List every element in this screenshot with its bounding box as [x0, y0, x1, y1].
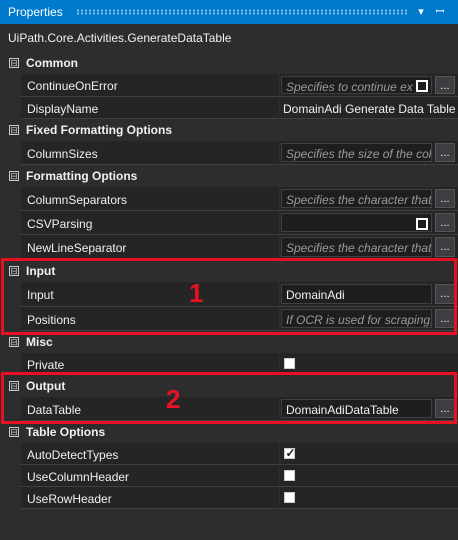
property-label: Private	[27, 358, 65, 372]
annotation-box-1	[1, 258, 457, 335]
property-label: CSVParsing	[27, 217, 93, 231]
property-row-continueonerror: ContinueOnError Specifies to continue ex…	[0, 74, 458, 97]
continueonerror-input[interactable]: Specifies to continue ex	[281, 76, 432, 94]
columnseparators-input[interactable]: Specifies the character that	[281, 189, 432, 208]
property-label: DisplayName	[27, 102, 99, 116]
property-label: NewLineSeparator	[27, 241, 127, 255]
activity-name: UiPath.Core.Activities.GenerateDataTable	[8, 31, 232, 45]
newlineseparator-input[interactable]: Specifies the character that	[281, 237, 432, 257]
category-common[interactable]: ⊟ Common	[0, 52, 458, 74]
collapse-icon[interactable]: ⊟	[9, 171, 19, 181]
category-table-options[interactable]: ⊟ Table Options	[0, 421, 458, 443]
category-label: Misc	[26, 335, 53, 349]
collapse-icon[interactable]: ⊟	[9, 58, 19, 68]
property-row-autodetecttypes: AutoDetectTypes ✓	[0, 443, 458, 465]
columnsizes-input[interactable]: Specifies the size of the colu	[281, 143, 432, 162]
property-label: ColumnSeparators	[27, 193, 128, 207]
property-row-userowheader: UseRowHeader	[0, 487, 458, 509]
property-row-displayname: DisplayName DomainAdi Generate Data Tabl…	[0, 97, 458, 119]
empty-grid-area	[21, 509, 458, 540]
property-label: UseColumnHeader	[27, 470, 130, 484]
property-label: ColumnSizes	[27, 147, 98, 161]
usecolumnheader-checkbox[interactable]	[284, 470, 295, 481]
ellipsis-button[interactable]: ...	[435, 213, 455, 232]
collapse-icon[interactable]: ⊟	[9, 125, 19, 135]
collapse-icon[interactable]: ⊟	[9, 337, 19, 347]
property-row-columnseparators: ColumnSeparators Specifies the character…	[0, 187, 458, 211]
displayname-value[interactable]: DomainAdi Generate Data Table	[283, 102, 456, 116]
category-label: Common	[26, 56, 78, 70]
dropdown-arrow-icon[interactable]: ▾	[413, 3, 429, 21]
panel-titlebar: Properties ▾ ꟷ	[0, 0, 458, 24]
pin-icon[interactable]: ꟷ	[432, 3, 448, 21]
continueonerror-checkbox[interactable]	[416, 80, 428, 92]
category-fixed-formatting[interactable]: ⊟ Fixed Formatting Options	[0, 119, 458, 141]
titlebar-grip[interactable]	[76, 9, 408, 15]
checkmark-icon: ✓	[285, 446, 296, 460]
ellipsis-button[interactable]: ...	[435, 76, 455, 94]
csvparsing-input[interactable]	[281, 213, 432, 232]
csvparsing-checkbox[interactable]	[416, 218, 428, 230]
ellipsis-button[interactable]: ...	[435, 237, 455, 257]
property-label: AutoDetectTypes	[27, 448, 119, 462]
category-label: Fixed Formatting Options	[26, 123, 172, 137]
panel-title: Properties	[8, 5, 63, 19]
annotation-number-1: 1	[189, 278, 204, 308]
activity-name-bar: UiPath.Core.Activities.GenerateDataTable	[0, 24, 458, 52]
userowheader-checkbox[interactable]	[284, 492, 295, 503]
private-checkbox[interactable]	[284, 358, 295, 369]
ellipsis-button[interactable]: ...	[435, 189, 455, 208]
property-label: ContinueOnError	[27, 79, 118, 93]
ellipsis-button[interactable]: ...	[435, 143, 455, 162]
annotation-box-2	[1, 372, 457, 424]
category-label: Formatting Options	[26, 169, 138, 183]
property-row-csvparsing: CSVParsing ...	[0, 211, 458, 235]
autodetecttypes-checkbox[interactable]: ✓	[284, 446, 296, 460]
category-formatting[interactable]: ⊟ Formatting Options	[0, 165, 458, 187]
property-label: UseRowHeader	[27, 492, 112, 506]
property-row-newlineseparator: NewLineSeparator Specifies the character…	[0, 235, 458, 260]
annotation-number-2: 2	[166, 384, 181, 414]
collapse-icon[interactable]: ⊟	[9, 427, 19, 437]
property-row-usecolumnheader: UseColumnHeader	[0, 465, 458, 487]
property-row-columnsizes: ColumnSizes Specifies the size of the co…	[0, 141, 458, 165]
category-label: Table Options	[26, 425, 106, 439]
